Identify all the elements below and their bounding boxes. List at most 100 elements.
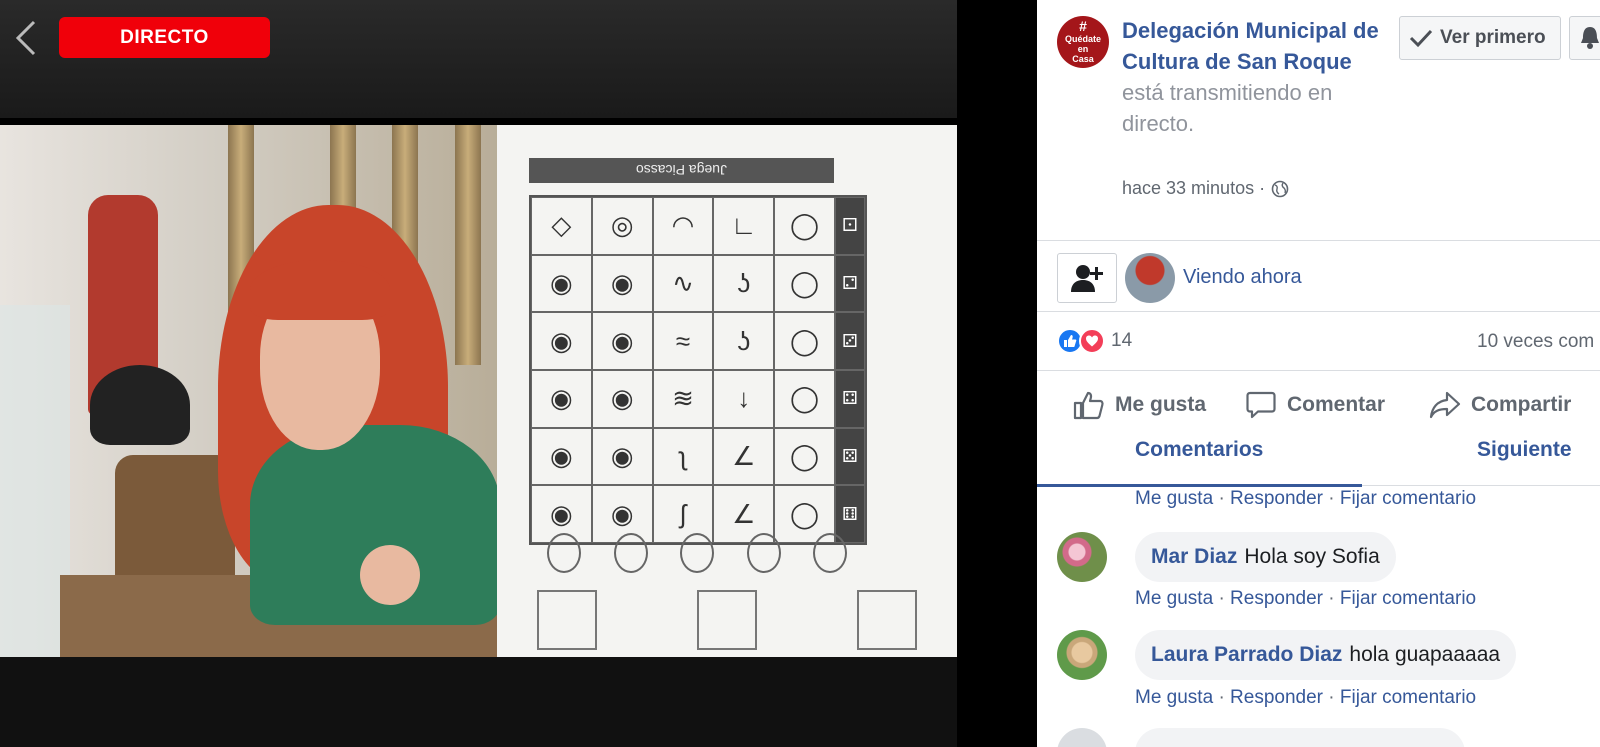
comment-actions: Me gusta · Responder · Fijar comentario — [1135, 488, 1476, 510]
comment-pin-link[interactable]: Fijar comentario — [1340, 588, 1476, 609]
shares-count[interactable]: 10 veces com — [1477, 331, 1594, 353]
comment-reply-link[interactable]: Responder — [1230, 488, 1323, 509]
comment-like-link[interactable]: Me gusta — [1135, 488, 1213, 509]
die-icon: ⚁ — [834, 254, 865, 313]
speech-bubble-icon — [1246, 391, 1276, 419]
comment-actions: Me gusta · Responder · Fijar comentario — [1135, 588, 1476, 610]
face-outline — [613, 533, 648, 573]
scene-cap — [90, 365, 190, 445]
post-status-text: está transmitiendo en directo. — [1122, 80, 1333, 136]
sheet-cell: ∿ — [652, 254, 714, 313]
add-friend-button[interactable] — [1057, 253, 1117, 303]
comment-pin-link[interactable]: Fijar comentario — [1340, 687, 1476, 708]
love-reaction-icon — [1079, 328, 1105, 354]
tab-next[interactable]: Siguiente — [1477, 438, 1572, 462]
divider — [1037, 370, 1600, 371]
timestamp-text[interactable]: hace 33 minutos · — [1122, 178, 1265, 199]
app-root: DIRECTO Juega Picasso ◇ ◎ ◠ ∟ ◯ ⚀ ◉ ◉ ∿ … — [0, 0, 1600, 747]
checkmark-icon — [1409, 29, 1433, 48]
see-first-label: Ver primero — [1440, 27, 1546, 48]
add-person-icon — [1071, 265, 1103, 292]
sheet-cell: ʅ — [652, 427, 714, 486]
video-player[interactable]: DIRECTO Juega Picasso ◇ ◎ ◠ ∟ ◯ ⚀ ◉ ◉ ∿ … — [0, 0, 1037, 747]
sheet-cell: ≈ — [652, 312, 714, 370]
comment-author[interactable]: Laura Parrado Diaz — [1151, 643, 1342, 667]
person-hand — [360, 545, 420, 605]
die-icon: ⚀ — [834, 197, 865, 255]
sheet-logos-row — [537, 590, 917, 650]
sheet-cell: ↓ — [713, 370, 775, 428]
sheet-cell: ◉ — [531, 254, 592, 313]
viewing-now-link[interactable]: Viendo ahora — [1183, 266, 1302, 289]
sheet-cell: ◇ — [531, 197, 592, 255]
page-name-link[interactable]: Delegación Municipal de Cultura de San R… — [1122, 18, 1379, 74]
sheet-cell: ◉ — [591, 427, 653, 486]
face-outline — [547, 533, 581, 573]
live-badge: DIRECTO — [59, 17, 270, 58]
divider — [1037, 240, 1600, 241]
active-tab-indicator — [1037, 484, 1362, 487]
like-button[interactable]: Me gusta — [1073, 390, 1206, 420]
reaction-count: 14 — [1111, 330, 1133, 351]
scene-pole — [455, 125, 481, 365]
divider — [1037, 311, 1600, 312]
sheet-cell: ◎ — [591, 197, 653, 255]
video-frame[interactable]: Juega Picasso ◇ ◎ ◠ ∟ ◯ ⚀ ◉ ◉ ∿ ʖ ◯ ⚁ ◉ … — [0, 125, 957, 657]
comment-avatar[interactable] — [1057, 728, 1107, 747]
sheet-cell: ◯ — [774, 370, 835, 428]
comment-text: Hola soy Sofia — [1244, 545, 1380, 568]
comment-button[interactable]: Comentar — [1245, 390, 1385, 420]
separator: · — [1328, 488, 1335, 509]
sponsor-logo — [857, 590, 917, 650]
game-sheet: Juega Picasso ◇ ◎ ◠ ∟ ◯ ⚀ ◉ ◉ ∿ ʖ ◯ ⚁ ◉ … — [497, 125, 957, 657]
separator: · — [1328, 588, 1335, 609]
crest-logo — [537, 590, 597, 650]
comment-author[interactable]: Mar Diaz — [1151, 545, 1237, 569]
tab-comments[interactable]: Comentarios — [1135, 438, 1263, 462]
share-button-label: Compartir — [1471, 393, 1572, 416]
die-icon: ⚄ — [834, 427, 865, 486]
page-avatar[interactable]: # Quédate en Casa — [1057, 16, 1109, 68]
sheet-cell: ◯ — [774, 197, 835, 255]
reactions-summary[interactable]: 14 — [1057, 328, 1132, 354]
sheet-cell: ◉ — [591, 254, 653, 313]
person-bangs — [250, 260, 390, 320]
sheet-cell: ∠ — [713, 427, 775, 486]
notifications-button[interactable] — [1569, 16, 1600, 60]
comment-avatar[interactable] — [1057, 630, 1107, 680]
separator: · — [1218, 488, 1225, 509]
viewer-avatar[interactable] — [1125, 253, 1175, 303]
back-button[interactable] — [12, 18, 42, 58]
sheet-cell: ◉ — [531, 312, 592, 370]
share-arrow-icon — [1429, 391, 1461, 419]
separator: · — [1218, 687, 1225, 708]
sheet-cell: ◉ — [591, 312, 653, 370]
comment-reply-link[interactable]: Responder — [1230, 687, 1323, 708]
comment-like-link[interactable]: Me gusta — [1135, 588, 1213, 609]
face-outline — [813, 533, 847, 573]
comments-tabs: Comentarios Siguiente — [1037, 432, 1600, 488]
sheet-cell: ◉ — [591, 370, 653, 428]
comment-bubble: Laura Parrado Diaz hola guapaaaaa — [1135, 630, 1517, 680]
chevron-left-icon — [15, 20, 36, 56]
post-header: Delegación Municipal de Cultura de San R… — [1122, 15, 1382, 139]
see-first-button[interactable]: Ver primero — [1399, 16, 1561, 60]
share-button[interactable]: Compartir — [1429, 390, 1571, 420]
die-icon: ⚃ — [834, 370, 865, 428]
comment-avatar[interactable] — [1057, 532, 1107, 582]
comment-like-link[interactable]: Me gusta — [1135, 687, 1213, 708]
sheet-title: Juega Picasso — [529, 158, 834, 183]
comment-reply-link[interactable]: Responder — [1230, 588, 1323, 609]
separator: · — [1328, 687, 1335, 708]
separator: · — [1218, 588, 1225, 609]
sheet-cell: ◉ — [531, 427, 592, 486]
sheet-cell: ʖ — [713, 254, 775, 313]
sheet-cell: ʖ — [713, 312, 775, 370]
sheet-cell: ≋ — [652, 370, 714, 428]
comment-pin-link[interactable]: Fijar comentario — [1340, 488, 1476, 509]
face-outline — [746, 533, 781, 573]
page-avatar-text: # — [1079, 18, 1087, 35]
comment-button-label: Comentar — [1287, 393, 1386, 416]
post-actions-bar: Me gusta Comentar Compartir — [1037, 380, 1600, 430]
sheet-cell: ∟ — [713, 197, 775, 255]
